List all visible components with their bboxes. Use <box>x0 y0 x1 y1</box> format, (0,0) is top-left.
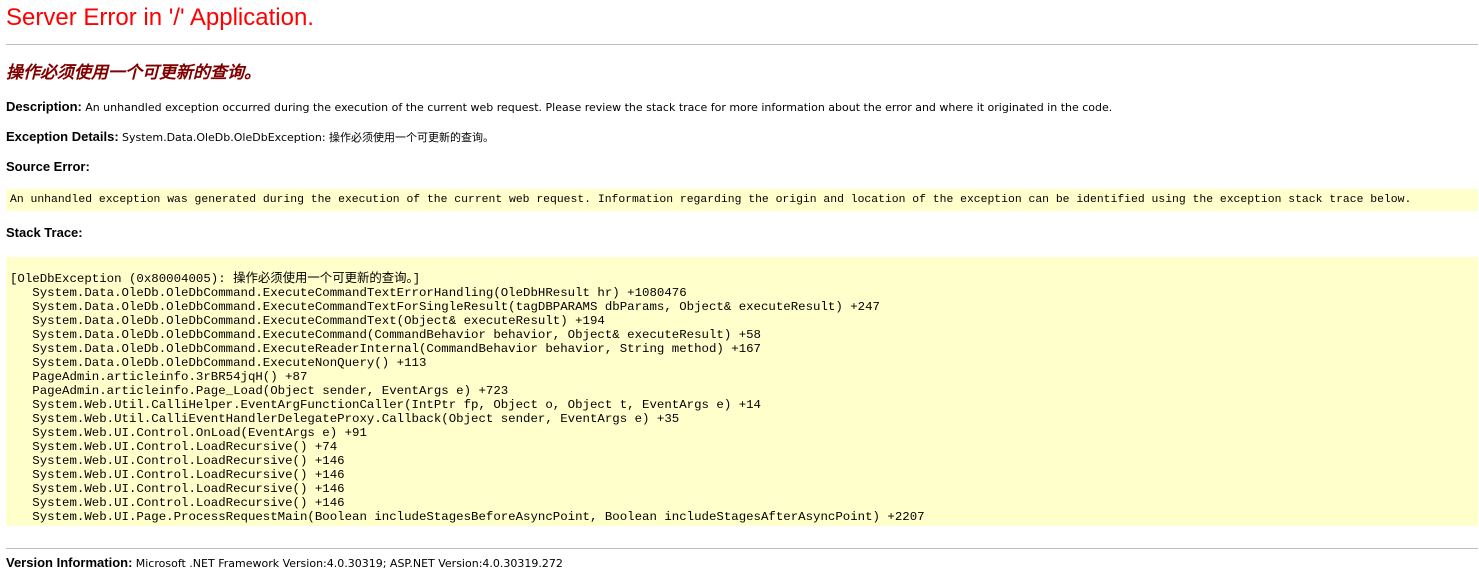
version-information-section: Version Information: Microsoft .NET Fram… <box>6 555 563 572</box>
top-divider <box>6 44 1478 45</box>
source-error-label: Source Error: <box>6 159 90 174</box>
source-error-text: An unhandled exception was generated dur… <box>10 194 1412 206</box>
description-section: Description: An unhandled exception occu… <box>6 99 1112 116</box>
bottom-divider <box>6 548 1478 549</box>
source-error-box: An unhandled exception was generated dur… <box>6 189 1478 211</box>
stack-trace-label: Stack Trace: <box>6 225 83 240</box>
version-information-label: Version Information: <box>6 555 133 570</box>
description-label: Description: <box>6 99 82 114</box>
exception-details-label: Exception Details: <box>6 129 119 144</box>
page-title: Server Error in '/' Application. <box>6 4 314 31</box>
error-page: Server Error in '/' Application. 操作必须使用一… <box>0 0 1479 573</box>
exception-details-text: System.Data.OleDb.OleDbException: 操作必须使用… <box>122 131 495 144</box>
source-error-section: Source Error: <box>6 159 90 175</box>
version-information-text: Microsoft .NET Framework Version:4.0.303… <box>135 557 563 570</box>
exception-details-section: Exception Details: System.Data.OleDb.Ole… <box>6 129 494 146</box>
stack-trace-text: [OleDbException (0x80004005): 操作必须使用一个可更… <box>10 272 925 524</box>
stack-trace-box: [OleDbException (0x80004005): 操作必须使用一个可更… <box>6 257 1478 526</box>
stack-trace-section: Stack Trace: <box>6 225 83 241</box>
error-message: 操作必须使用一个可更新的查询。 <box>6 63 261 83</box>
description-text: An unhandled exception occurred during t… <box>85 101 1113 114</box>
